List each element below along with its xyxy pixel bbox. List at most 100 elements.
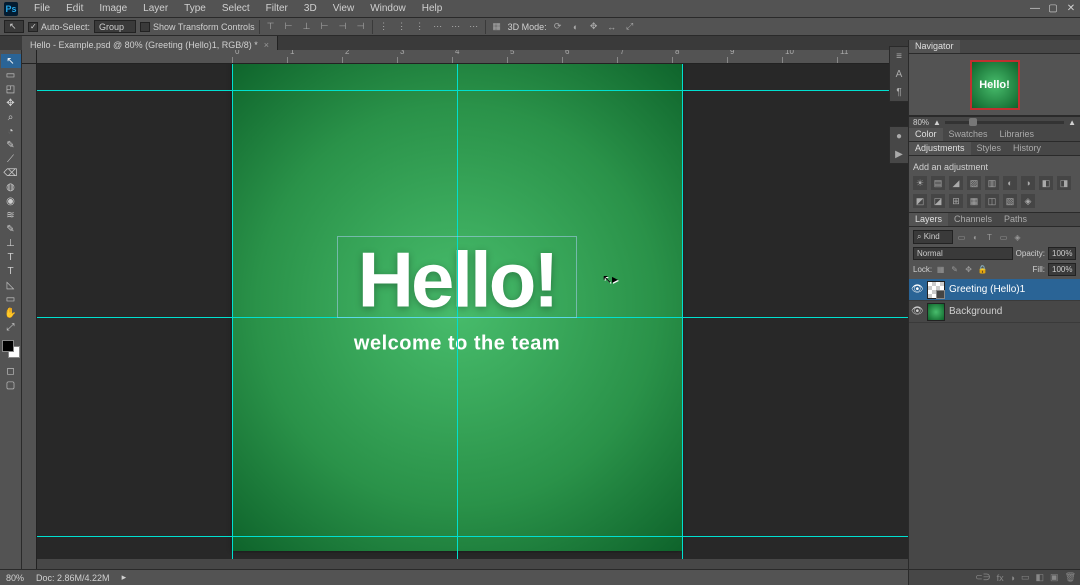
layer-fx-icon[interactable]: fx bbox=[997, 573, 1004, 583]
shape-tool[interactable]: ▭ bbox=[1, 292, 21, 306]
guide-horizontal[interactable] bbox=[37, 90, 908, 91]
brush-tool[interactable]: ⟋ bbox=[1, 152, 21, 166]
distribute-right-icon[interactable]: ⋯ bbox=[467, 20, 481, 34]
invert-icon[interactable]: ⊞ bbox=[949, 194, 963, 208]
channel-mixer-icon[interactable]: ◩ bbox=[913, 194, 927, 208]
align-right-icon[interactable]: ⊣ bbox=[354, 20, 368, 34]
quick-select-tool[interactable]: ✥ bbox=[1, 96, 21, 110]
align-vcenter-icon[interactable]: ⊢ bbox=[282, 20, 296, 34]
exposure-icon[interactable]: ▨ bbox=[967, 176, 981, 190]
new-adjustment-icon[interactable]: ▭ bbox=[1021, 572, 1030, 583]
photo-filter-icon[interactable]: ◨ bbox=[1057, 176, 1071, 190]
lock-pixels-icon[interactable]: ✎ bbox=[949, 264, 960, 275]
posterize-icon[interactable]: ▦ bbox=[967, 194, 981, 208]
ruler-vertical[interactable] bbox=[22, 64, 37, 569]
menu-file[interactable]: File bbox=[26, 1, 58, 16]
auto-select-checkbox[interactable]: Auto-Select: bbox=[28, 22, 90, 32]
blur-tool[interactable]: ✎ bbox=[1, 222, 21, 236]
tab-styles[interactable]: Styles bbox=[971, 142, 1008, 155]
close-tab-icon[interactable]: × bbox=[264, 40, 269, 50]
menu-3d[interactable]: 3D bbox=[296, 1, 325, 16]
dodge-tool[interactable]: ⊥ bbox=[1, 236, 21, 250]
tab-color[interactable]: Color bbox=[909, 128, 943, 141]
maximize-button[interactable]: ▢ bbox=[1044, 2, 1062, 16]
menu-filter[interactable]: Filter bbox=[258, 1, 296, 16]
new-layer-icon[interactable]: ▣ bbox=[1050, 572, 1059, 583]
lock-position-icon[interactable]: ✥ bbox=[963, 264, 974, 275]
foreground-color[interactable] bbox=[2, 340, 14, 352]
lock-transparent-icon[interactable]: ▦ bbox=[935, 264, 946, 275]
align-bottom-icon[interactable]: ⊥ bbox=[300, 20, 314, 34]
auto-select-mode[interactable]: Group bbox=[94, 20, 136, 33]
distribute-vcenter-icon[interactable]: ⋮ bbox=[395, 20, 409, 34]
stamp-tool[interactable]: ⌫ bbox=[1, 166, 21, 180]
zoom-slider[interactable] bbox=[945, 121, 1064, 124]
menu-layer[interactable]: Layer bbox=[135, 1, 176, 16]
visibility-icon[interactable]: 👁 bbox=[911, 284, 923, 295]
link-layers-icon[interactable]: ⊂∋ bbox=[975, 572, 990, 583]
filter-type-icon[interactable]: T bbox=[984, 232, 995, 243]
filter-pixel-icon[interactable]: ▭ bbox=[956, 232, 967, 243]
hue-icon[interactable]: ◐ bbox=[1003, 176, 1017, 190]
vibrance-icon[interactable]: ▥ bbox=[985, 176, 999, 190]
align-left-icon[interactable]: ⊢ bbox=[318, 20, 332, 34]
tab-history[interactable]: History bbox=[1007, 142, 1047, 155]
gradient-map-icon[interactable]: ▧ bbox=[1003, 194, 1017, 208]
tab-paths[interactable]: Paths bbox=[998, 213, 1033, 226]
bw-icon[interactable]: ◧ bbox=[1039, 176, 1053, 190]
pen-tool[interactable]: T bbox=[1, 250, 21, 264]
filter-adjust-icon[interactable]: ◐ bbox=[970, 232, 981, 243]
align-top-icon[interactable]: ⊤ bbox=[264, 20, 278, 34]
minimize-button[interactable]: — bbox=[1026, 2, 1044, 16]
layer-thumbnail[interactable] bbox=[927, 303, 945, 321]
close-button[interactable]: ✕ bbox=[1062, 2, 1080, 16]
color-lookup-icon[interactable]: ◪ bbox=[931, 194, 945, 208]
layer-row[interactable]: 👁 Greeting (Hello)1 bbox=[909, 279, 1080, 301]
eraser-tool[interactable]: ◉ bbox=[1, 194, 21, 208]
type-tool[interactable]: T bbox=[1, 264, 21, 278]
3d-roll-icon[interactable]: ◐ bbox=[569, 20, 583, 34]
selective-color-icon[interactable]: ◈ bbox=[1021, 194, 1035, 208]
threshold-icon[interactable]: ◫ bbox=[985, 194, 999, 208]
menu-edit[interactable]: Edit bbox=[58, 1, 91, 16]
layer-mask-icon[interactable]: ◑ bbox=[1010, 573, 1015, 583]
show-transform-checkbox[interactable]: Show Transform Controls bbox=[140, 22, 255, 32]
status-doc-size[interactable]: Doc: 2.86M/4.22M bbox=[36, 573, 110, 583]
opacity-value[interactable]: 100% bbox=[1048, 247, 1076, 260]
screenmode-icon[interactable]: ▢ bbox=[1, 378, 21, 392]
curves-icon[interactable]: ◢ bbox=[949, 176, 963, 190]
info-icon[interactable]: ● bbox=[890, 127, 908, 145]
tab-channels[interactable]: Channels bbox=[948, 213, 998, 226]
3d-pan-icon[interactable]: ✥ bbox=[587, 20, 601, 34]
zoom-in-icon[interactable]: ▲ bbox=[1068, 118, 1076, 127]
color-swatches[interactable] bbox=[2, 340, 20, 358]
new-group-icon[interactable]: ◧ bbox=[1036, 572, 1045, 583]
auto-align-icon[interactable]: ▦ bbox=[490, 20, 504, 34]
filter-shape-icon[interactable]: ▭ bbox=[998, 232, 1009, 243]
status-chevron-icon[interactable]: ▸ bbox=[122, 572, 127, 583]
align-hcenter-icon[interactable]: ⊣ bbox=[336, 20, 350, 34]
scrollbar-horizontal[interactable] bbox=[37, 559, 908, 569]
tab-navigator[interactable]: Navigator bbox=[909, 40, 960, 53]
menu-view[interactable]: View bbox=[325, 1, 363, 16]
3d-scale-icon[interactable]: ⤢ bbox=[623, 20, 637, 34]
history-brush-tool[interactable]: ◍ bbox=[1, 180, 21, 194]
gradient-tool[interactable]: ≋ bbox=[1, 208, 21, 222]
hand-tool[interactable]: ✋ bbox=[1, 306, 21, 320]
status-zoom[interactable]: 80% bbox=[6, 573, 24, 583]
distribute-hcenter-icon[interactable]: ⋯ bbox=[449, 20, 463, 34]
actions-icon[interactable]: ▶ bbox=[890, 145, 908, 163]
canvas-viewport[interactable]: Hello! welcome to the team ↖▸ bbox=[37, 64, 908, 569]
marquee-tool[interactable]: ▭ bbox=[1, 68, 21, 82]
layer-row[interactable]: 👁 Background bbox=[909, 301, 1080, 323]
tab-swatches[interactable]: Swatches bbox=[943, 128, 994, 141]
color-balance-icon[interactable]: ◑ bbox=[1021, 176, 1035, 190]
lasso-tool[interactable]: ◰ bbox=[1, 82, 21, 96]
delete-layer-icon[interactable]: 🗑 bbox=[1065, 572, 1076, 583]
guide-horizontal[interactable] bbox=[37, 536, 908, 537]
menu-window[interactable]: Window bbox=[362, 1, 414, 16]
path-select-tool[interactable]: ◺ bbox=[1, 278, 21, 292]
visibility-icon[interactable]: 👁 bbox=[911, 306, 923, 317]
paragraph-icon[interactable]: ¶ bbox=[890, 83, 908, 101]
layer-filter-kind[interactable]: ⌕ Kind bbox=[913, 230, 953, 244]
